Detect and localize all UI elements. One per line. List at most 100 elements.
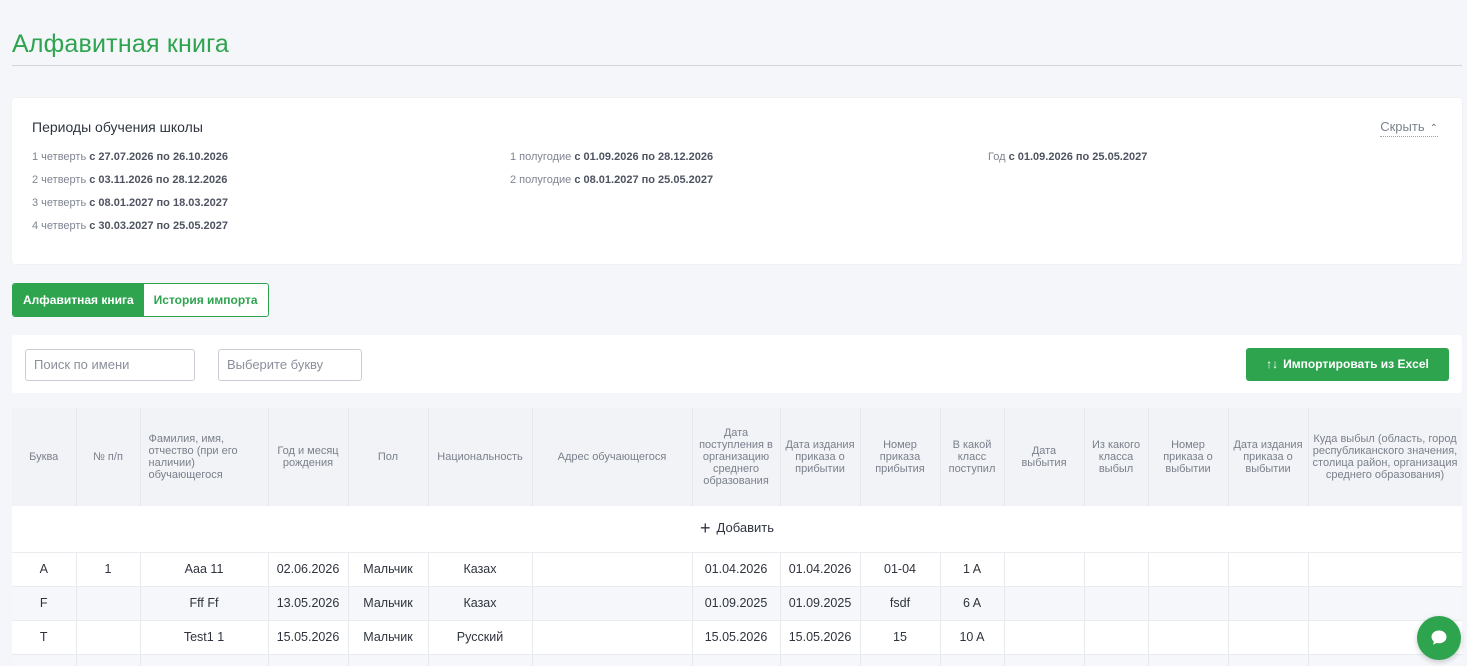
table-cell: 16 bbox=[860, 654, 941, 666]
halves-column: 1 полугодие с 01.09.2026 по 28.12.2026 2… bbox=[510, 150, 713, 196]
table-row[interactable]: А 1 Ааа 11 02.06.2026 Мальчик Казах 01.04.2026… bbox=[12, 552, 1462, 587]
col-header-arrival-order-date[interactable]: Дата издания приказа о прибытии bbox=[780, 408, 861, 506]
table-cell: fsdf bbox=[860, 586, 941, 621]
table-row[interactable]: TTest2 A15.05.2026МальчикКазах15.05.2026… bbox=[12, 654, 1462, 666]
table-cell: 1 bbox=[76, 552, 141, 587]
table-cell: 01-04 bbox=[860, 552, 941, 587]
table-cell bbox=[1228, 654, 1309, 666]
table-cell: 10 A bbox=[940, 654, 1005, 666]
col-header-leave-date[interactable]: Дата выбытия bbox=[1004, 408, 1085, 506]
table-cell bbox=[76, 654, 141, 666]
table-cell bbox=[1004, 620, 1085, 655]
period-year: Год с 01.09.2026 по 25.05.2027 bbox=[988, 151, 1148, 163]
col-header-left-class[interactable]: Из какого класса выбыл bbox=[1084, 408, 1149, 506]
table-cell: Мальчик bbox=[348, 586, 429, 621]
table-cell bbox=[1004, 654, 1085, 666]
table-cell: 13.05.2026 bbox=[268, 586, 349, 621]
table-cell bbox=[532, 586, 693, 621]
table-cell: 01.04.2026 bbox=[780, 552, 861, 587]
plus-icon: + bbox=[700, 518, 711, 539]
title-divider bbox=[12, 65, 1462, 66]
period-half-1: 1 полугодие с 01.09.2026 по 28.12.2026 bbox=[510, 151, 714, 163]
table-cell: T bbox=[12, 620, 77, 655]
col-header-address[interactable]: Адрес обучающегося bbox=[532, 408, 693, 506]
table-cell: Русский bbox=[428, 620, 533, 655]
add-record-button[interactable]: + Добавить bbox=[12, 506, 1462, 553]
col-header-leave-order-date[interactable]: Дата издания приказа о выбытии bbox=[1228, 408, 1309, 506]
hide-label: Скрыть bbox=[1380, 119, 1425, 134]
period-half-2: 2 полугодие с 08.01.2027 по 25.05.2027 bbox=[510, 174, 714, 186]
col-header-arrival-order-number[interactable]: Номер приказа прибытия bbox=[860, 408, 941, 506]
table-cell bbox=[1148, 552, 1229, 587]
table-cell: 15.05.2026 bbox=[780, 620, 861, 655]
table-cell: 15.05.2026 bbox=[692, 654, 781, 666]
col-header-nationality[interactable]: Национальность bbox=[428, 408, 533, 506]
table-cell bbox=[1148, 654, 1229, 666]
year-column: Год с 01.09.2026 по 25.05.2027 bbox=[988, 150, 1147, 173]
table-cell: Ааа 11 bbox=[140, 552, 269, 587]
col-header-full-name[interactable]: Фамилия, имя, отчество (при его наличии)… bbox=[140, 408, 269, 506]
table-row[interactable]: F Fff Ff 13.05.2026 Мальчик Казах 01.09.2025 0… bbox=[12, 586, 1462, 621]
table-cell: 01.09.2025 bbox=[780, 586, 861, 621]
table-cell: Fff Ff bbox=[140, 586, 269, 621]
tab-alphabet-book[interactable]: Алфавитная книга bbox=[13, 284, 144, 316]
filter-toolbar: Поиск по имени Выберите букву ↑↓ Импортир… bbox=[12, 335, 1462, 393]
table-cell: 1 A bbox=[940, 552, 1005, 587]
table-cell: 10 A bbox=[940, 620, 1005, 655]
tab-import-history[interactable]: История импорта bbox=[144, 284, 268, 316]
view-tabs: Алфавитная книга История импорта bbox=[12, 283, 269, 317]
col-header-destination[interactable]: Куда выбыл (область, город республиканск… bbox=[1308, 408, 1462, 506]
table-cell: Казах bbox=[428, 654, 533, 666]
table-cell bbox=[532, 620, 693, 655]
import-label: Импортировать из Excel bbox=[1283, 357, 1429, 371]
table-cell bbox=[1004, 586, 1085, 621]
table-cell: 01.04.2026 bbox=[692, 552, 781, 587]
table-cell: Мальчик bbox=[348, 552, 429, 587]
table-cell: 15.05.2026 bbox=[268, 654, 349, 666]
arrows-up-down-icon: ↑↓ bbox=[1266, 357, 1279, 371]
table-cell: 15.05.2026 bbox=[692, 620, 781, 655]
table-cell: Test2 A bbox=[140, 654, 269, 666]
table-cell: 15 bbox=[860, 620, 941, 655]
col-header-gender[interactable]: Пол bbox=[348, 408, 429, 506]
table-cell bbox=[1084, 552, 1149, 587]
import-excel-button[interactable]: ↑↓ Импортировать из Excel bbox=[1246, 348, 1449, 381]
col-header-leave-order-number[interactable]: Номер приказа о выбытии bbox=[1148, 408, 1229, 506]
table-cell bbox=[1148, 586, 1229, 621]
table-cell bbox=[1228, 620, 1309, 655]
chat-button[interactable] bbox=[1417, 616, 1461, 660]
table-cell bbox=[1308, 552, 1462, 587]
page-title: Алфавитная книга bbox=[12, 30, 230, 58]
table-cell bbox=[1228, 586, 1309, 621]
letter-select[interactable]: Выберите букву bbox=[218, 349, 362, 381]
table-cell bbox=[1228, 552, 1309, 587]
table-cell: F bbox=[12, 586, 77, 621]
col-header-letter[interactable]: Буква bbox=[12, 408, 77, 506]
period-quarter-3: 3 четверть с 08.01.2027 по 18.03.2027 bbox=[32, 197, 229, 209]
name-search-input[interactable]: Поиск по имени bbox=[25, 349, 195, 381]
table-cell: Test1 1 bbox=[140, 620, 269, 655]
table-cell bbox=[1148, 620, 1229, 655]
col-header-birth-date[interactable]: Год и месяц рождения bbox=[268, 408, 349, 506]
chat-bubble-icon bbox=[1431, 630, 1447, 645]
table-cell: Казах bbox=[428, 586, 533, 621]
table-cell bbox=[1004, 552, 1085, 587]
table-cell bbox=[1308, 586, 1462, 621]
table-row[interactable]: T Test1 1 15.05.2026 Мальчик Русский 15.05.20… bbox=[12, 620, 1462, 655]
alphabet-book-table: Буква № п/п Фамилия, имя, отчество (при … bbox=[12, 408, 1462, 666]
study-periods-card: Периоды обучения школы Скрыть ⌃ 1 четверт… bbox=[12, 98, 1462, 264]
col-header-admission-date[interactable]: Дата поступления в организацию среднего … bbox=[692, 408, 781, 506]
period-quarter-4: 4 четверть с 30.03.2027 по 25.05.2027 bbox=[32, 220, 229, 232]
hide-periods-link[interactable]: Скрыть ⌃ bbox=[1380, 119, 1438, 137]
table-cell: 01.09.2025 bbox=[692, 586, 781, 621]
col-header-admitted-class[interactable]: В какой класс поступил bbox=[940, 408, 1005, 506]
add-row: + Добавить bbox=[12, 506, 1462, 553]
chevron-up-icon: ⌃ bbox=[1429, 123, 1438, 134]
table-cell bbox=[1084, 654, 1149, 666]
col-header-number[interactable]: № п/п bbox=[76, 408, 141, 506]
add-label: Добавить bbox=[716, 520, 774, 536]
table-cell bbox=[1084, 620, 1149, 655]
period-quarter-1: 1 четверть с 27.07.2026 по 26.10.2026 bbox=[32, 151, 229, 163]
table-cell: 6 A bbox=[940, 586, 1005, 621]
table-cell: T bbox=[12, 654, 77, 666]
